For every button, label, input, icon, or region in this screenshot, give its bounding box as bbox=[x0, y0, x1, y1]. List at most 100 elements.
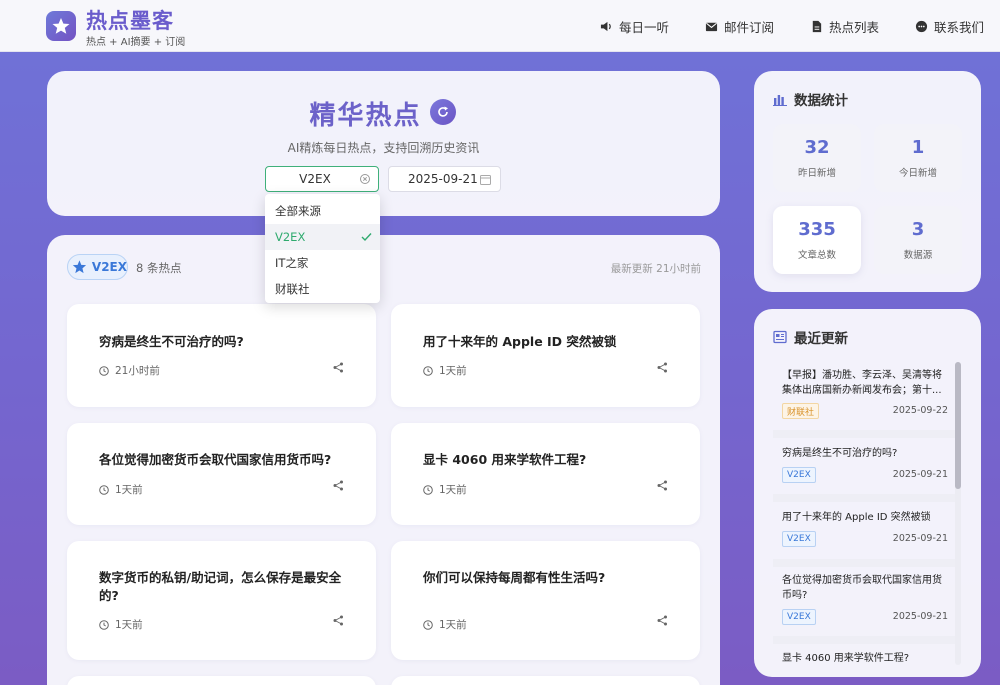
recent-item-date: 2025-09-21 bbox=[892, 611, 948, 622]
clock-icon bbox=[423, 619, 433, 630]
card-time-text: 1天前 bbox=[439, 484, 467, 496]
card-time-text: 21小时前 bbox=[115, 365, 160, 377]
share-icon[interactable] bbox=[657, 615, 668, 626]
star-icon bbox=[52, 18, 70, 34]
scrollbar-thumb[interactable] bbox=[955, 362, 961, 489]
share-icon[interactable] bbox=[333, 362, 344, 373]
recent-item-date: 2025-09-22 bbox=[892, 405, 948, 416]
dropdown-option-label: V2EX bbox=[275, 230, 306, 244]
hot-card[interactable]: 各位觉得加密货币会取代国家信用货币吗? 1天前 bbox=[67, 423, 376, 525]
document-icon bbox=[812, 20, 822, 32]
divider bbox=[773, 636, 955, 644]
share-icon[interactable] bbox=[333, 615, 344, 626]
dropdown-option-cls[interactable]: 财联社 bbox=[265, 276, 380, 302]
nav-label: 每日一听 bbox=[618, 19, 669, 35]
dropdown-option-ithome[interactable]: IT之家 bbox=[265, 250, 380, 276]
card-title[interactable]: 各位觉得加密货币会取代国家信用货币吗? bbox=[99, 451, 331, 469]
hot-count: 8 条热点 bbox=[136, 261, 182, 275]
card-time: 1天前 bbox=[423, 482, 467, 497]
page-title: 精华热点 bbox=[309, 101, 422, 131]
top-nav: 每日一听 邮件订阅 热点列表 联系我们 bbox=[564, 0, 984, 52]
clock-icon bbox=[99, 484, 109, 495]
share-icon[interactable] bbox=[657, 362, 668, 373]
recent-item-title[interactable]: 【早报】潘功胜、李云泽、吴清等将集体出席国新办新闻发布会；第十... bbox=[782, 368, 947, 398]
stat-value: 3 bbox=[911, 219, 925, 240]
nav-label: 联系我们 bbox=[933, 19, 984, 35]
clear-icon[interactable] bbox=[360, 174, 370, 184]
hot-card[interactable] bbox=[67, 676, 376, 685]
source-select[interactable]: V2EX bbox=[265, 166, 379, 192]
dropdown-option-v2ex[interactable]: V2EX bbox=[265, 224, 380, 250]
card-title[interactable]: 用了十来年的 Apple ID 突然被锁 bbox=[423, 333, 616, 351]
recent-panel: 最近更新 【早报】潘功胜、李云泽、吴清等将集体出席国新办新闻发布会；第十... … bbox=[754, 309, 981, 677]
card-time: 1天前 bbox=[423, 617, 467, 632]
divider bbox=[773, 430, 955, 438]
nav-daily-listen[interactable]: 每日一听 bbox=[600, 17, 669, 36]
date-input-value: 2025-09-21 bbox=[408, 172, 478, 186]
hot-card[interactable] bbox=[391, 676, 700, 685]
source-dropdown: 全部来源 V2EX IT之家 财联社 bbox=[265, 194, 380, 303]
stat-label: 今日新增 bbox=[898, 168, 937, 179]
bar-chart-icon bbox=[773, 95, 787, 106]
card-time-text: 1天前 bbox=[439, 365, 467, 377]
mail-icon bbox=[705, 22, 718, 31]
source-badge-label: V2EX bbox=[91, 260, 127, 274]
recent-item-title[interactable]: 穷病是终生不可治疗的吗? bbox=[782, 446, 947, 461]
star-icon bbox=[72, 260, 87, 274]
hot-card[interactable]: 你们可以保持每周都有性生活吗? 1天前 bbox=[391, 541, 700, 660]
recent-item-title[interactable]: 各位觉得加密货币会取代国家信用货币吗? bbox=[782, 573, 947, 603]
hero-subtitle: AI精炼每日热点，支持回溯历史资讯 bbox=[287, 141, 480, 155]
nav-label: 邮件订阅 bbox=[723, 19, 774, 35]
nav-email-subscribe[interactable]: 邮件订阅 bbox=[705, 17, 774, 36]
stat-value: 335 bbox=[798, 219, 836, 240]
recent-item-date: 2025-09-21 bbox=[892, 533, 948, 544]
card-time-text: 1天前 bbox=[115, 484, 143, 496]
top-bar: 热点墨客 热点 + AI摘要 + 订阅 每日一听 邮件订阅 热点列表 联系我们 bbox=[0, 0, 1000, 52]
divider bbox=[773, 559, 955, 567]
card-title[interactable]: 数字货币的私钥/助记词，怎么保存是最安全的? bbox=[99, 569, 344, 605]
speaker-icon bbox=[600, 21, 611, 31]
last-updated: 最新更新 21小时前 bbox=[610, 263, 701, 275]
card-title[interactable]: 你们可以保持每周都有性生活吗? bbox=[423, 569, 605, 587]
share-icon[interactable] bbox=[657, 480, 668, 491]
card-time-text: 1天前 bbox=[439, 619, 467, 631]
dropdown-option-all[interactable]: 全部来源 bbox=[265, 198, 380, 224]
source-select-value: V2EX bbox=[299, 172, 331, 186]
hot-card[interactable]: 显卡 4060 用来学软件工程? 1天前 bbox=[391, 423, 700, 525]
date-input[interactable]: 2025-09-21 bbox=[388, 166, 501, 192]
stat-total: 335 文章总数 bbox=[773, 206, 861, 274]
stat-label: 文章总数 bbox=[797, 250, 836, 261]
hot-card[interactable]: 穷病是终生不可治疗的吗? 21小时前 bbox=[67, 304, 376, 407]
hero-panel: 精华热点 AI精炼每日热点，支持回溯历史资讯 V2EX 2025-09-21 bbox=[47, 71, 720, 216]
logo[interactable] bbox=[46, 11, 76, 41]
nav-contact[interactable]: 联系我们 bbox=[915, 17, 984, 36]
source-tag: V2EX bbox=[782, 609, 816, 625]
card-time: 1天前 bbox=[99, 617, 143, 632]
nav-hot-list[interactable]: 热点列表 bbox=[810, 17, 879, 36]
refresh-icon bbox=[438, 106, 448, 117]
source-tag: V2EX bbox=[782, 467, 816, 483]
clock-icon bbox=[423, 365, 433, 376]
clock-icon bbox=[423, 484, 433, 495]
card-title[interactable]: 显卡 4060 用来学软件工程? bbox=[423, 451, 586, 469]
stat-today: 1 今日新增 bbox=[874, 124, 962, 192]
card-time: 1天前 bbox=[99, 482, 143, 497]
refresh-button[interactable] bbox=[430, 99, 456, 125]
scrollbar[interactable] bbox=[955, 362, 961, 665]
divider bbox=[773, 494, 955, 502]
card-time: 21小时前 bbox=[99, 363, 160, 378]
hot-list-panel: V2EX 8 条热点 最新更新 21小时前 穷病是终生不可治疗的吗? 21小时前… bbox=[47, 235, 720, 685]
share-icon[interactable] bbox=[333, 480, 344, 491]
stat-label: 昨日新增 bbox=[797, 168, 836, 179]
source-tag: V2EX bbox=[782, 531, 816, 547]
card-title[interactable]: 穷病是终生不可治疗的吗? bbox=[99, 333, 244, 351]
recent-item-date: 2025-09-21 bbox=[892, 469, 948, 480]
clock-icon bbox=[99, 365, 109, 376]
hot-card[interactable]: 数字货币的私钥/助记词，怎么保存是最安全的? 1天前 bbox=[67, 541, 376, 660]
source-badge: V2EX bbox=[67, 254, 128, 280]
brand-subtitle: 热点 + AI摘要 + 订阅 bbox=[86, 37, 186, 48]
recent-item-title[interactable]: 显卡 4060 用来学软件工程? bbox=[782, 651, 947, 665]
hot-card[interactable]: 用了十来年的 Apple ID 突然被锁 1天前 bbox=[391, 304, 700, 407]
recent-item-title[interactable]: 用了十来年的 Apple ID 突然被锁 bbox=[782, 510, 947, 525]
card-time-text: 1天前 bbox=[115, 619, 143, 631]
